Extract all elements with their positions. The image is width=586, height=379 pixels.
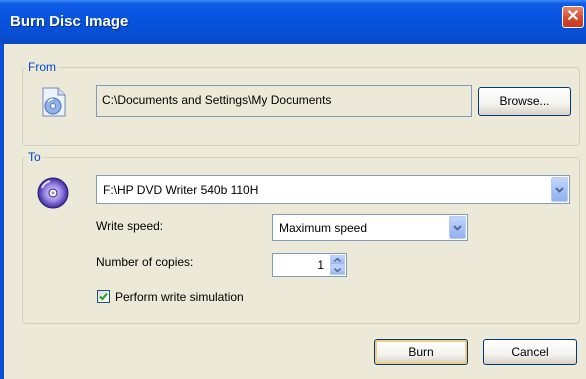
disc-image-file-icon (40, 86, 68, 121)
write-speed-select[interactable]: Maximum speed (272, 214, 468, 241)
burn-disc-image-dialog: Burn Disc Image ✕ From C:\Documents and … (0, 0, 586, 379)
drive-select-value: F:\HP DVD Writer 540b 110H (103, 182, 259, 197)
checkmark-icon (99, 292, 108, 301)
chevron-down-icon[interactable] (551, 177, 568, 202)
drive-select[interactable]: F:\HP DVD Writer 540b 110H (96, 175, 570, 204)
to-legend: To (28, 150, 41, 164)
copies-stepper[interactable]: 1 (272, 253, 347, 277)
from-legend: From (28, 60, 56, 74)
window-border (0, 44, 4, 379)
burn-button[interactable]: Burn (374, 339, 468, 365)
spin-down-button[interactable] (330, 265, 345, 275)
browse-button[interactable]: Browse... (478, 87, 571, 116)
close-button[interactable]: ✕ (562, 6, 584, 28)
write-simulation-checkbox[interactable] (97, 290, 110, 303)
window-title: Burn Disc Image (10, 13, 129, 30)
title-bar[interactable]: Burn Disc Image ✕ (0, 0, 586, 44)
write-simulation-label[interactable]: Perform write simulation (115, 290, 244, 304)
cancel-button[interactable]: Cancel (483, 339, 577, 365)
write-speed-value: Maximum speed (279, 220, 368, 235)
copies-value: 1 (317, 258, 324, 272)
dvd-disc-icon (36, 176, 70, 213)
write-speed-label: Write speed: (96, 219, 164, 233)
chevron-down-icon[interactable] (449, 216, 466, 239)
close-icon: ✕ (566, 8, 580, 25)
source-path-field[interactable]: C:\Documents and Settings\My Documents (96, 85, 472, 117)
copies-label: Number of copies: (96, 255, 194, 269)
spin-up-button[interactable] (330, 255, 345, 265)
source-path-text: C:\Documents and Settings\My Documents (102, 93, 332, 107)
